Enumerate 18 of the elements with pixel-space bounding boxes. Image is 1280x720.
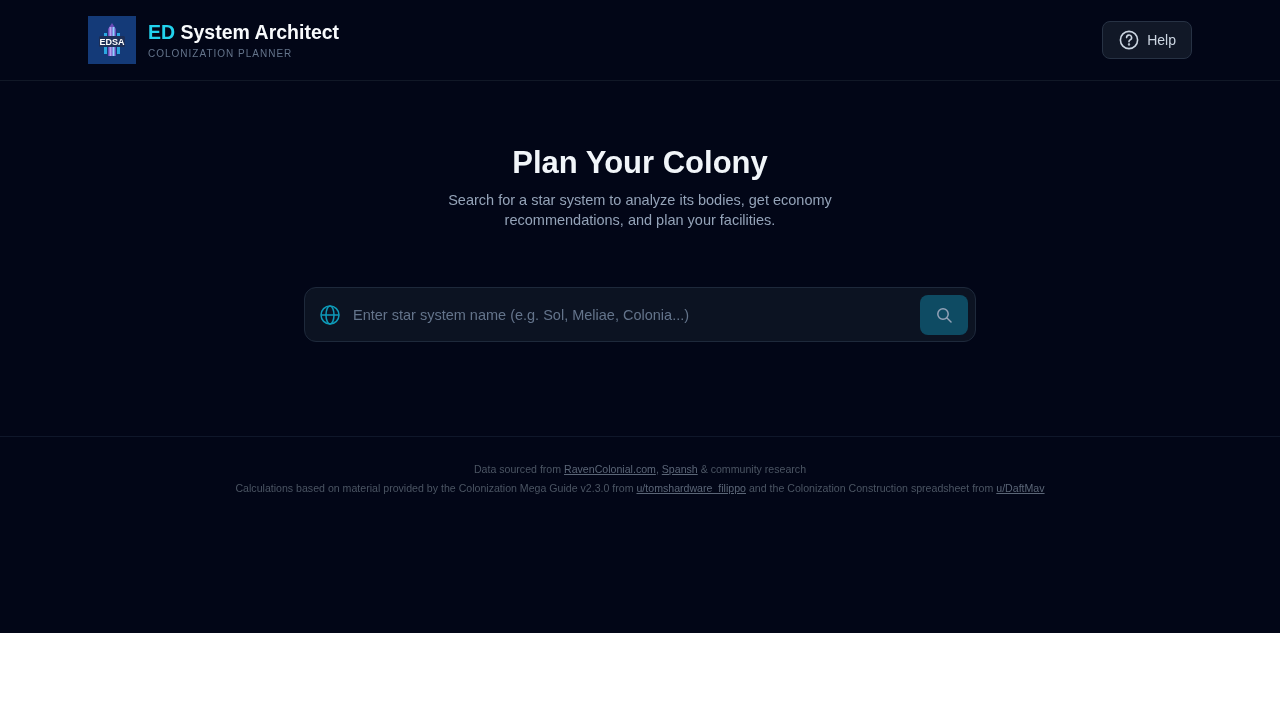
search-button[interactable] <box>920 294 968 335</box>
footer-link[interactable]: u/tomshardware_filippo <box>636 482 746 494</box>
help-button[interactable]: Help <box>1102 21 1192 59</box>
footer-text: Calculations based on material provided by the Colonization Mega Guide v2.3.0 from u/tomshardware_filippo and the Colonization Construction spreadsheet from u/DaftMav <box>235 481 1045 495</box>
footer-text: Data sourced from RavenColonial.com, Spansh & community research <box>473 462 807 476</box>
logo-icon: EDSA <box>88 16 136 64</box>
search-input[interactable]: Enter star system name (e.g. Sol, Meliae, Colonia...) <box>353 302 907 327</box>
footer-link[interactable]: Spansh <box>661 463 698 475</box>
page-description: Search for a star system to analyze its bodies, get economy recommendations, and plan your facilities. <box>447 191 833 230</box>
app-title: ED System Architect <box>148 20 340 45</box>
app-tagline: COLONIZATION PLANNER <box>148 48 294 60</box>
footer-link[interactable]: u/DaftMav <box>996 482 1045 494</box>
globe-icon <box>320 304 340 325</box>
search-icon <box>936 306 952 323</box>
help-icon <box>1119 30 1140 50</box>
search-field[interactable]: Enter star system name (e.g. Sol, Meliae, Colonia...) <box>304 287 976 342</box>
footer-link[interactable]: RavenColonial.com <box>564 463 656 475</box>
page-heading: Plan Your Colony <box>512 144 768 182</box>
